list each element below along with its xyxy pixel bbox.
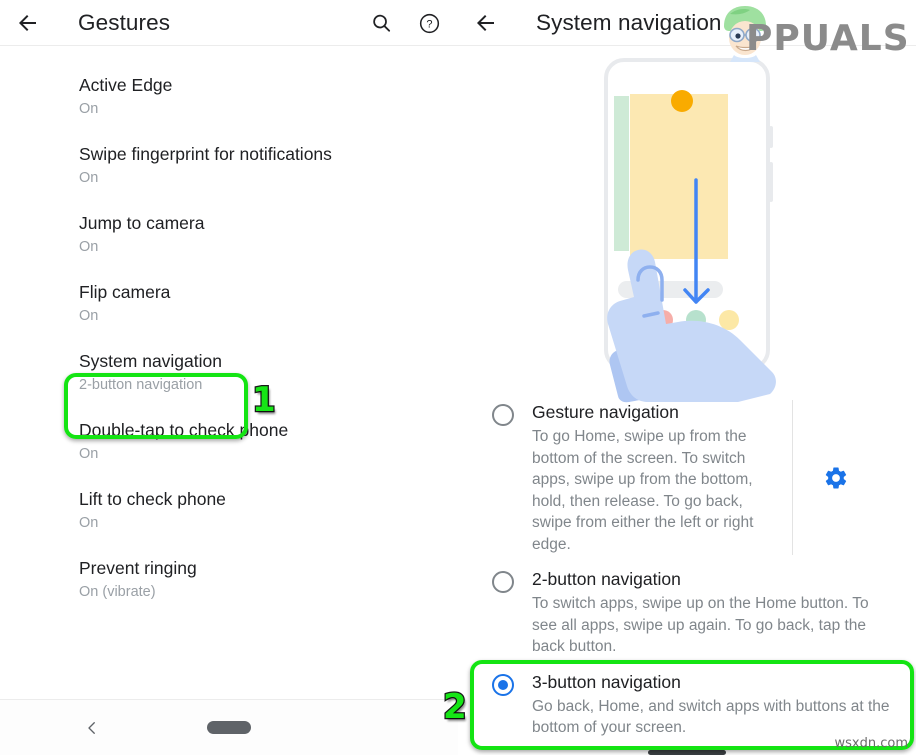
- app-dot-yellow: [719, 310, 739, 330]
- yellow-card: [630, 94, 728, 259]
- setting-subtitle: On: [79, 101, 99, 117]
- nav-home-pill[interactable]: [207, 721, 251, 734]
- arrow-left-icon: [19, 14, 36, 31]
- green-side-bar: [614, 96, 629, 251]
- search-pill-graphic: [618, 281, 723, 298]
- radio-3-button-navigation[interactable]: [492, 673, 514, 696]
- annotation-step-1: 1: [251, 380, 277, 420]
- setting-subtitle: On: [79, 446, 99, 462]
- gesture-settings-button[interactable]: [792, 400, 879, 555]
- setting-title: Prevent ringing: [79, 558, 197, 578]
- right-appbar: System navigation: [458, 0, 916, 46]
- setting-title: Swipe fingerprint for notifications: [79, 144, 332, 164]
- app-dot-blue: [620, 310, 640, 330]
- help-button[interactable]: ?: [414, 8, 444, 38]
- setting-row-jump-to-camera[interactable]: Jump to camera On: [0, 200, 458, 269]
- system-navigation-illustration: [458, 46, 916, 403]
- radio-gesture-navigation[interactable]: [492, 404, 514, 426]
- page-title: System navigation: [536, 9, 722, 35]
- app-dot-red: [653, 310, 673, 330]
- back-button[interactable]: [0, 0, 56, 46]
- left-appbar: Gestures ?: [0, 0, 458, 46]
- right-panel-system-navigation: System navigation Gesture navigation To …: [458, 0, 916, 755]
- radio-2-button-navigation[interactable]: [492, 571, 514, 593]
- appbar-actions: ?: [366, 0, 444, 46]
- option-description: Go back, Home, and switch apps with butt…: [532, 697, 890, 737]
- app-dot-green: [686, 310, 706, 330]
- option-text: 3-button navigation Go back, Home, and s…: [532, 670, 900, 739]
- option-title: 2-button navigation: [532, 569, 681, 589]
- radio-cell: [474, 400, 532, 426]
- option-text: 2-button navigation To switch apps, swip…: [532, 567, 888, 658]
- back-button[interactable]: [458, 0, 514, 46]
- setting-subtitle: On (vibrate): [79, 584, 156, 600]
- option-2-button-navigation[interactable]: 2-button navigation To switch apps, swip…: [458, 561, 916, 664]
- nav-back-button[interactable]: [78, 714, 106, 742]
- setting-title: Lift to check phone: [79, 489, 226, 509]
- gestures-settings-list: Active Edge On Swipe fingerprint for not…: [0, 46, 458, 614]
- setting-row-swipe-fingerprint[interactable]: Swipe fingerprint for notifications On: [0, 131, 458, 200]
- setting-title: Double-tap to check phone: [79, 420, 289, 440]
- option-title: Gesture navigation: [532, 402, 679, 422]
- option-gesture-navigation[interactable]: Gesture navigation To go Home, swipe up …: [458, 394, 916, 561]
- dual-screenshot-container: Gestures ? Active Edge On Swipe fingerpr…: [0, 0, 916, 755]
- setting-row-lift-to-check-phone[interactable]: Lift to check phone On: [0, 476, 458, 545]
- setting-row-system-navigation[interactable]: System navigation 2-button navigation: [0, 338, 458, 407]
- navigation-options-list: Gesture navigation To go Home, swipe up …: [458, 394, 916, 745]
- gear-icon: [825, 467, 847, 488]
- setting-title: Active Edge: [79, 75, 173, 95]
- option-text: Gesture navigation To go Home, swipe up …: [532, 400, 786, 555]
- setting-subtitle: On: [79, 308, 99, 324]
- search-button[interactable]: [366, 8, 396, 38]
- orange-dot: [671, 90, 693, 112]
- option-title: 3-button navigation: [532, 671, 681, 692]
- home-indicator-bar: [660, 344, 695, 348]
- phone-graphic: [604, 58, 773, 370]
- annotation-step-2: 2: [442, 687, 468, 727]
- setting-row-prevent-ringing[interactable]: Prevent ringing On (vibrate): [0, 545, 458, 614]
- setting-subtitle: On: [79, 170, 99, 186]
- phone-side-button-large: [769, 162, 773, 202]
- setting-subtitle: On: [79, 515, 99, 531]
- setting-title: System navigation: [79, 351, 222, 371]
- arrow-left-icon: [477, 14, 494, 31]
- option-3-button-navigation[interactable]: 3-button navigation Go back, Home, and s…: [458, 664, 916, 745]
- option-description: To go Home, swipe up from the bottom of …: [532, 428, 754, 553]
- app-dots-row: [620, 310, 739, 330]
- help-circle-icon: ?: [419, 13, 439, 33]
- setting-title: Jump to camera: [79, 213, 205, 233]
- setting-title: Flip camera: [79, 282, 171, 302]
- setting-subtitle: On: [79, 239, 99, 255]
- setting-row-active-edge[interactable]: Active Edge On: [0, 62, 458, 131]
- setting-row-flip-camera[interactable]: Flip camera On: [0, 269, 458, 338]
- left-bottom-nav-bar: [0, 699, 458, 755]
- option-description: To switch apps, swipe up on the Home but…: [532, 595, 869, 655]
- page-title: Gestures: [78, 9, 171, 35]
- phone-side-button-small: [769, 126, 773, 148]
- chevron-left-icon: [88, 721, 95, 734]
- svg-text:?: ?: [426, 18, 432, 30]
- radio-cell: [474, 670, 532, 696]
- left-panel-gestures: Gestures ? Active Edge On Swipe fingerpr…: [0, 0, 458, 755]
- search-icon: [372, 14, 390, 32]
- setting-row-double-tap-check-phone[interactable]: Double-tap to check phone On: [0, 407, 458, 476]
- bottom-home-pill[interactable]: [648, 750, 726, 755]
- radio-cell: [474, 567, 532, 593]
